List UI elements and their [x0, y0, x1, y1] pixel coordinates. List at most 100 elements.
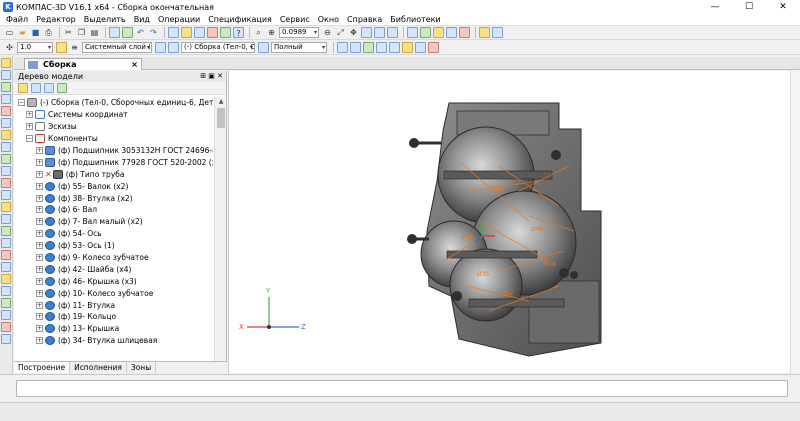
layer-icon[interactable] — [56, 42, 67, 53]
tree-row-component[interactable]: + (ф) Подшипник 3053132Н ГОСТ 24696-81 (… — [14, 145, 213, 157]
cube-icon[interactable] — [389, 42, 400, 53]
expand-icon[interactable]: + — [36, 337, 43, 345]
tree-row-component[interactable]: + (ф) 13- Крышка — [14, 323, 213, 335]
save-icon[interactable]: ■ — [30, 27, 41, 38]
color-icon[interactable] — [350, 42, 361, 53]
tree-row-component[interactable]: + (ф) 7- Вал малый (х2) — [14, 216, 213, 228]
open-icon[interactable]: ▰ — [17, 27, 28, 38]
expand-icon[interactable]: + — [36, 206, 43, 214]
elements-icon[interactable] — [1, 214, 11, 224]
expand-icon[interactable]: + — [36, 158, 43, 166]
tree-row-component[interactable]: + (ф) 19- Кольцо — [14, 311, 213, 323]
tree-row-component[interactable]: + (ф) 11- Втулка — [14, 299, 213, 311]
variables-icon[interactable] — [122, 27, 133, 38]
cut-icon[interactable]: ✂ — [63, 27, 74, 38]
tree-row-coordinate-systems[interactable]: + Системы координат — [14, 109, 213, 121]
expand-icon[interactable]: + — [36, 242, 43, 250]
expand-icon[interactable]: + — [36, 147, 43, 154]
functions-icon[interactable] — [194, 27, 205, 38]
style-icon[interactable] — [337, 42, 348, 53]
editing-icon[interactable] — [1, 262, 11, 272]
undo-icon[interactable]: ↶ — [135, 27, 146, 38]
measure-panel-icon[interactable] — [1, 154, 11, 164]
menu-file[interactable]: Файл — [6, 15, 28, 24]
model-viewport[interactable]: Ø62 Ø48 Ø35 R18 Ø52 Ø28 Y Z X — [228, 71, 800, 373]
display-mode-icon[interactable] — [258, 42, 269, 53]
close-icon[interactable]: × — [131, 59, 138, 70]
layout-icon[interactable] — [415, 42, 426, 53]
expand-icon[interactable]: + — [26, 111, 33, 119]
expand-icon[interactable]: + — [36, 170, 43, 178]
tree-row-component[interactable]: + (ф) 9- Колесо зубчатое — [14, 252, 213, 264]
tab-zones[interactable]: Зоны — [127, 362, 157, 373]
layers-icon[interactable]: ≡ — [69, 42, 80, 53]
expand-icon[interactable]: + — [36, 230, 43, 238]
tree-row-component[interactable]: + (ф) 6- Вал — [14, 204, 213, 216]
tree-row-component[interactable]: + (ф) Подшипник 77928 ГОСТ 520-2002 (х2) — [14, 156, 213, 168]
line-width-combo[interactable]: 1.0 ▾ — [17, 42, 53, 53]
expand-icon[interactable]: + — [36, 265, 43, 273]
menu-window[interactable]: Окно — [318, 15, 339, 24]
graph-icon[interactable] — [220, 27, 231, 38]
tree-row-component[interactable]: + ✕ (ф) Типо труба — [14, 168, 213, 180]
orient-icon[interactable] — [374, 27, 385, 38]
expand-icon[interactable]: + — [36, 325, 43, 333]
fit-icon[interactable]: ⤢ — [335, 27, 346, 38]
marks-icon[interactable] — [1, 250, 11, 260]
mates-icon[interactable] — [479, 27, 490, 38]
properties-icon[interactable] — [109, 27, 120, 38]
document-tab[interactable]: Сборка окончательная × — [24, 58, 142, 80]
curves-icon[interactable] — [1, 94, 11, 104]
print-icon[interactable]: ⎙ — [43, 27, 54, 38]
tree-row-component[interactable]: + (ф) 54- Ось — [14, 228, 213, 240]
tree-structure-icon[interactable] — [18, 83, 28, 93]
zoom-value-combo[interactable]: 0.0989 ▾ — [279, 27, 319, 38]
expand-icon[interactable]: + — [36, 289, 43, 297]
help-icon[interactable]: ? — [233, 27, 244, 38]
rotate-icon[interactable] — [361, 27, 372, 38]
tree-row-sketches[interactable]: + Эскизы — [14, 121, 213, 133]
state-icon[interactable] — [155, 42, 166, 53]
filters-icon[interactable] — [1, 274, 11, 284]
tree-scrollbar[interactable]: ▲ — [214, 97, 226, 373]
menu-help[interactable]: Справка — [347, 15, 382, 24]
menu-editor[interactable]: Редактор — [36, 15, 76, 24]
layer-combo[interactable]: Системный слой (0) ▾ — [82, 42, 152, 53]
menu-select[interactable]: Выделить — [84, 15, 126, 24]
minimize-icon[interactable]: — — [698, 0, 732, 14]
tree-row-component[interactable]: + (ф) 10- Колесо зубчатое — [14, 287, 213, 299]
tree-row-component[interactable]: + (ф) 55- Валок (х2) — [14, 180, 213, 192]
dimensions-icon[interactable] — [1, 142, 11, 152]
scroll-thumb[interactable] — [217, 108, 225, 128]
zoom-window-icon[interactable]: ⌕ — [253, 27, 264, 38]
close-icon[interactable]: ✕ — [766, 0, 800, 14]
texture-icon[interactable] — [363, 42, 374, 53]
state-combo[interactable]: (-) Сборка (Тел-0, С ▾ — [181, 42, 255, 53]
mates-panel-icon[interactable] — [1, 82, 11, 92]
surfaces-icon[interactable] — [1, 106, 11, 116]
manager-icon[interactable] — [168, 27, 179, 38]
pipes-icon[interactable] — [1, 226, 11, 236]
panel-pin-icon[interactable]: ⊞ ▣ ✕ — [200, 71, 223, 82]
light-icon[interactable] — [402, 42, 413, 53]
new-document-icon[interactable]: ▭ — [4, 27, 15, 38]
section-icon[interactable] — [459, 27, 470, 38]
welding-icon[interactable] — [1, 238, 11, 248]
spec-panel-icon[interactable] — [1, 178, 11, 188]
macros-icon[interactable] — [1, 298, 11, 308]
orientation-icon[interactable] — [376, 42, 387, 53]
sheet-metal-icon[interactable] — [1, 202, 11, 212]
tab-construction[interactable]: Построение — [14, 362, 71, 373]
view-mode-icon[interactable] — [407, 27, 418, 38]
tree-row-component[interactable]: + (ф) 53- Ось (1) — [14, 240, 213, 252]
filter-icon[interactable] — [420, 27, 431, 38]
state-list-icon[interactable] — [168, 42, 179, 53]
view-mode-combo[interactable]: Полный ▾ — [271, 42, 327, 53]
tab-versions[interactable]: Исполнения — [70, 362, 127, 373]
menu-specification[interactable]: Спецификация — [208, 15, 272, 24]
paste-icon[interactable]: ▤ — [89, 27, 100, 38]
tree-row-component[interactable]: + (ф) 38- Втулка (х2) — [14, 192, 213, 204]
snap-icon[interactable] — [433, 27, 444, 38]
expand-icon[interactable]: + — [36, 254, 43, 262]
select-panel-icon[interactable] — [1, 166, 11, 176]
